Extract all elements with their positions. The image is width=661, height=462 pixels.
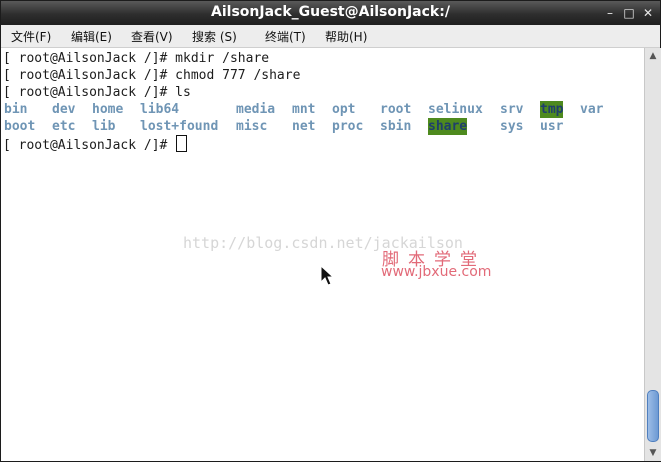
dir-entry: misc xyxy=(236,119,268,134)
dir-entry: var xyxy=(580,102,604,117)
terminal-window: AilsonJack_Guest@AilsonJack:/ – □ ✕ 文件(F… xyxy=(0,0,661,462)
scrollbar-thumb[interactable] xyxy=(647,390,659,442)
window-title: AilsonJack_Guest@AilsonJack:/ xyxy=(211,4,450,20)
terminal-output[interactable]: [ root@AilsonJack /]# mkdir /share [ roo… xyxy=(1,48,644,461)
menu-search[interactable]: 搜索 (S) xyxy=(192,28,237,45)
dir-entry: net xyxy=(292,119,316,134)
mouse-pointer-icon xyxy=(320,265,334,286)
dir-entry: dev xyxy=(52,102,76,117)
site-watermark-url: www.jbxue.com xyxy=(381,264,492,280)
menu-file[interactable]: 文件(F) xyxy=(11,28,51,45)
dir-entry: media xyxy=(236,102,276,117)
dir-entry: root xyxy=(380,102,412,117)
dir-entry: selinux xyxy=(428,102,483,117)
menu-view[interactable]: 查看(V) xyxy=(131,28,173,45)
dir-entry: lib xyxy=(92,119,116,134)
terminal-line: [ root@AilsonJack /]# chmod 777 /share xyxy=(3,68,301,83)
menu-terminal[interactable]: 终端(T) xyxy=(265,28,306,45)
dir-entry: srv xyxy=(500,102,524,117)
dir-entry: opt xyxy=(332,102,356,117)
menu-bar: 文件(F) 编辑(E) 查看(V) 搜索 (S) 终端(T) 帮助(H) xyxy=(1,25,660,48)
arrow-down-icon[interactable]: ▼ xyxy=(646,446,660,460)
dir-entry: etc xyxy=(52,119,76,134)
dir-entry: usr xyxy=(540,119,564,134)
prompt-text: [ root@AilsonJack /]# xyxy=(3,138,168,153)
title-bar[interactable]: AilsonJack_Guest@AilsonJack:/ – □ ✕ xyxy=(1,1,660,25)
vertical-scrollbar[interactable]: ▲ ▼ xyxy=(644,48,661,461)
dir-entry: sys xyxy=(500,119,524,134)
menu-edit[interactable]: 编辑(E) xyxy=(71,28,112,45)
text-cursor xyxy=(176,135,188,152)
dir-entry: bin xyxy=(4,102,28,117)
menu-help[interactable]: 帮助(H) xyxy=(325,28,367,45)
terminal-prompt-line: [ root@AilsonJack /]# xyxy=(3,135,188,153)
arrow-up-icon[interactable]: ▲ xyxy=(646,49,660,63)
dir-entry: sbin xyxy=(380,119,412,134)
dir-entry: lib64 xyxy=(140,102,180,117)
dir-entry: boot xyxy=(4,119,36,134)
dir-entry-highlighted: tmp xyxy=(540,101,564,118)
dir-entry: home xyxy=(92,102,124,117)
maximize-icon[interactable]: □ xyxy=(621,5,637,21)
minimize-icon[interactable]: – xyxy=(602,5,618,21)
close-icon[interactable]: ✕ xyxy=(640,5,656,21)
terminal-line: [ root@AilsonJack /]# ls xyxy=(3,85,191,100)
dir-entry: proc xyxy=(332,119,364,134)
dir-entry: lost+found xyxy=(140,119,219,134)
dir-entry: mnt xyxy=(292,102,316,117)
dir-entry-highlighted: share xyxy=(428,118,468,135)
terminal-line: [ root@AilsonJack /]# mkdir /share xyxy=(3,51,270,66)
